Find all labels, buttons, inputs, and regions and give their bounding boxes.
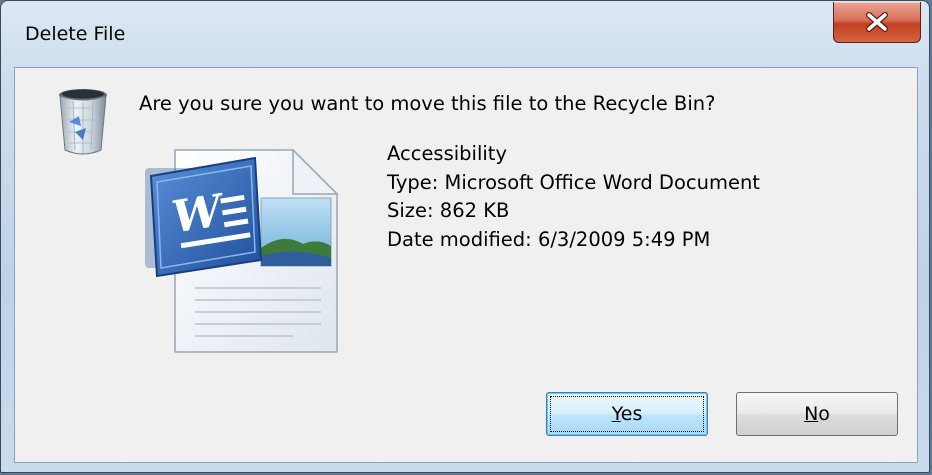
- close-icon: [864, 12, 890, 32]
- dialog-body: Are you sure you want to move this file …: [14, 67, 918, 463]
- no-button-label: No: [804, 403, 830, 425]
- word-document-icon: W: [143, 148, 339, 354]
- file-date-modified: Date modified: 6/3/2009 5:49 PM: [387, 227, 711, 251]
- recycle-bin-icon: [53, 86, 113, 158]
- yes-mnemonic: Y: [611, 403, 621, 425]
- title-bar[interactable]: Delete File: [1, 1, 929, 67]
- no-mnemonic: N: [804, 403, 819, 425]
- file-type: Type: Microsoft Office Word Document: [387, 170, 760, 194]
- delete-file-dialog: Delete File Are you sure you want to mov…: [0, 0, 930, 473]
- confirmation-message: Are you sure you want to move this file …: [139, 92, 716, 115]
- yes-button[interactable]: Yes: [546, 392, 708, 436]
- file-name: Accessibility: [387, 142, 507, 165]
- yes-label-rest: es: [620, 403, 643, 425]
- close-button[interactable]: [833, 2, 921, 43]
- window-title: Delete File: [25, 23, 126, 45]
- yes-button-label: Yes: [612, 403, 643, 425]
- file-details: Accessibility Type: Microsoft Office Wor…: [387, 140, 760, 254]
- file-size: Size: 862 KB: [387, 199, 510, 222]
- no-button[interactable]: No: [736, 392, 898, 436]
- no-label-rest: o: [818, 403, 830, 425]
